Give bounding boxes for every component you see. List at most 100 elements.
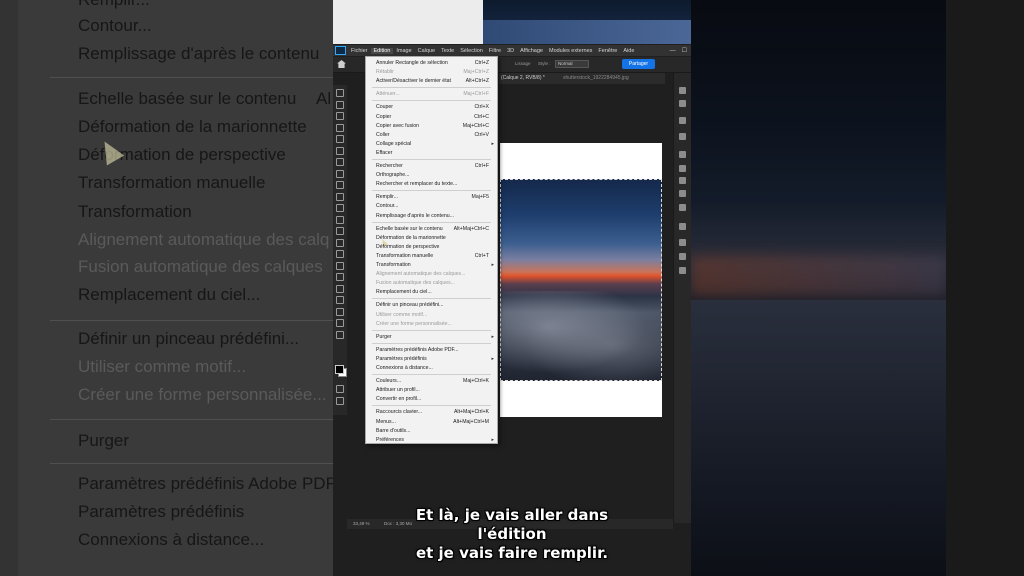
menu-texte[interactable]: Texte (438, 48, 457, 54)
menu-item-remplacement-du-ciel[interactable]: Remplacement du ciel... (366, 288, 497, 297)
menu-item-activer-désactiver-le-dernier-état[interactable]: Activer/Désactiver le dernier état Alt+Ct… (366, 77, 497, 86)
left-zoomed-menu-background: Remplir... Contour... Remplissage d'après … (0, 0, 333, 576)
quick-mask-icon[interactable] (336, 385, 344, 393)
more-tools-icon[interactable] (336, 330, 344, 339)
home-icon[interactable] (337, 60, 346, 68)
menu-calque[interactable]: Calque (415, 48, 438, 54)
menu-item-coller[interactable]: Coller Ctrl+V (366, 131, 497, 140)
hand-tool-icon[interactable] (336, 307, 344, 316)
color-panel-icon[interactable] (679, 133, 686, 140)
type-tool-icon[interactable] (336, 273, 344, 281)
sky-photo[interactable] (500, 179, 662, 381)
gradient-icon[interactable] (336, 227, 344, 235)
quick-select-icon[interactable] (336, 123, 344, 132)
menu-item-transformation[interactable]: Transformation ▸ (366, 261, 497, 270)
eyedropper-icon[interactable] (336, 158, 344, 166)
share-button[interactable]: Partager (622, 59, 655, 69)
maximize-icon[interactable]: ☐ (682, 47, 687, 54)
menu-3d[interactable]: 3D (504, 48, 517, 54)
libraries-icon[interactable] (679, 223, 686, 230)
menu-item-déformation-de-perspective[interactable]: Déformation de perspective (366, 243, 497, 252)
minimize-icon[interactable]: — (670, 48, 676, 54)
adjustments-icon[interactable] (679, 117, 686, 124)
menu-item-label: Fusion automatique des calques... (376, 280, 456, 287)
eraser-icon[interactable] (336, 215, 344, 224)
document[interactable] (500, 143, 662, 417)
brush-settings-icon[interactable] (679, 177, 686, 184)
comment-icon[interactable] (679, 100, 686, 107)
menu-item-copier-avec-fusion[interactable]: Copier avec fusion Maj+Ctrl+C (366, 122, 497, 131)
menu-item-paramètres-prédéfinis[interactable]: Paramètres prédéfinis ▸ (366, 355, 497, 364)
menu-item-orthographe[interactable]: Orthographe... (366, 171, 497, 180)
tab-active[interactable]: (Calque 2, RVB/8) * (501, 75, 545, 81)
foreground-color-swatch[interactable] (335, 365, 344, 374)
menu-image[interactable]: Image (393, 48, 414, 54)
character-panel-icon[interactable] (679, 151, 686, 158)
menu-item-echelle-basée-sur-le-contenu[interactable]: Echelle basée sur le contenu Alt+Maj+Ctrl… (366, 225, 497, 234)
menu-item-préférences[interactable]: Préférences ▸ (366, 436, 497, 445)
menu-modules-externes[interactable]: Modules externes (546, 48, 595, 54)
menu-item-collage-spécial[interactable]: Collage spécial ▸ (366, 140, 497, 149)
menu-fenêtre[interactable]: Fenêtre (595, 48, 620, 54)
photoshop-window: Fichier Edition Image Calque Texte Sélection F… (333, 0, 691, 576)
menu-item-purger[interactable]: Purger ▸ (366, 333, 497, 342)
menu-item-déformation-de-la-marionnette[interactable]: Déformation de la marionnette (366, 234, 497, 243)
zoomed-menu-item: Définir un pinceau prédéfini... (78, 329, 300, 348)
menu-item-remplir[interactable]: Remplir... Maj+F5 (366, 193, 497, 202)
menu-item-contour[interactable]: Contour... (366, 202, 497, 211)
brush-tool-icon[interactable] (336, 181, 344, 189)
screen-mode-icon[interactable] (336, 397, 344, 405)
menu-item-rechercher-et-remplacer-du-texte[interactable]: Rechercher et remplacer du texte... (366, 180, 497, 189)
path-select-icon[interactable] (336, 284, 344, 293)
menu-item-connexions-à-distance[interactable]: Connexions à distance... (366, 364, 497, 373)
zoom-tool-icon[interactable] (336, 319, 344, 327)
healing-brush-icon[interactable] (336, 169, 344, 178)
history-panel-icon[interactable] (679, 87, 686, 94)
move-tool-icon[interactable] (336, 89, 344, 97)
menu-item-shortcut: Alt+Maj+Ctrl+C (453, 225, 489, 232)
menu-filtre[interactable]: Filtre (486, 48, 504, 54)
menu-affichage[interactable]: Affichage (517, 48, 546, 54)
history-brush-icon[interactable] (336, 204, 344, 212)
style-select[interactable]: Normal (555, 60, 589, 68)
menu-item-transformation-manuelle[interactable]: Transformation manuelle Ctrl+T (366, 252, 497, 261)
menu-item-menus[interactable]: Menus... Alt+Maj+Ctrl+M (366, 418, 497, 427)
menu-item-copier[interactable]: Copier Ctrl+C (366, 113, 497, 122)
menu-item-couleurs[interactable]: Couleurs... Maj+Ctrl+K (366, 377, 497, 386)
menu-item-barre-d-outils[interactable]: Barre d'outils... (366, 427, 497, 436)
paths-icon[interactable] (679, 239, 686, 246)
menu-item-label: Paramètres prédéfinis Adobe PDF... (376, 346, 459, 353)
menu-edition[interactable]: Edition (370, 47, 394, 54)
layers-icon[interactable] (679, 267, 686, 274)
menu-separator (372, 405, 491, 407)
menu-item-convertir-en-profil[interactable]: Convertir en profil... (366, 395, 497, 404)
menu-item-effacer[interactable]: Effacer (366, 149, 497, 158)
menu-item-paramètres-prédéfinis-adobe-pdf[interactable]: Paramètres prédéfinis Adobe PDF... (366, 346, 497, 355)
menu-item-remplissage-d-après-le-contenu[interactable]: Remplissage d'après le contenu... (366, 212, 497, 221)
clone-stamp-icon[interactable] (336, 192, 344, 201)
shape-tool-icon[interactable] (336, 296, 344, 304)
menu-item-annuler-rectangle-de-sélection[interactable]: Annuler Rectangle de sélection Ctrl+Z (366, 59, 497, 68)
channels-icon[interactable] (679, 253, 686, 260)
menu-item-définir-un-pinceau-prédéfini[interactable]: Définir un pinceau prédéfini... (366, 301, 497, 310)
frame-tool-icon[interactable] (336, 146, 344, 155)
menu-aide[interactable]: Aide (620, 48, 637, 54)
zoomed-menu-item: Transformation (78, 202, 192, 221)
properties-icon[interactable] (679, 190, 686, 197)
menu-item-raccourcis-clavier[interactable]: Raccourcis clavier... Alt+Maj+Ctrl+K (366, 408, 497, 417)
menu-sélection[interactable]: Sélection (457, 48, 486, 54)
pen-tool-icon[interactable] (336, 261, 344, 270)
menu-fichier[interactable]: Fichier (348, 48, 371, 54)
blur-tool-icon[interactable] (336, 238, 344, 247)
menu-item-couper[interactable]: Couper Ctrl+X (366, 103, 497, 112)
styles-icon[interactable] (679, 204, 686, 211)
paragraph-panel-icon[interactable] (679, 165, 686, 172)
menu-item-label: Connexions à distance... (376, 365, 433, 371)
menu-item-rechercher[interactable]: Rechercher Ctrl+F (366, 162, 497, 171)
lasso-tool-icon[interactable] (336, 112, 344, 120)
crop-tool-icon[interactable] (336, 135, 344, 143)
marquee-tool-icon[interactable] (336, 100, 344, 109)
menu-item-attribuer-un-profil[interactable]: Attribuer un profil... (366, 386, 497, 395)
tab-shutterstock[interactable]: shutterstock_1922284945.jpg (563, 75, 629, 81)
dodge-tool-icon[interactable] (336, 250, 344, 258)
